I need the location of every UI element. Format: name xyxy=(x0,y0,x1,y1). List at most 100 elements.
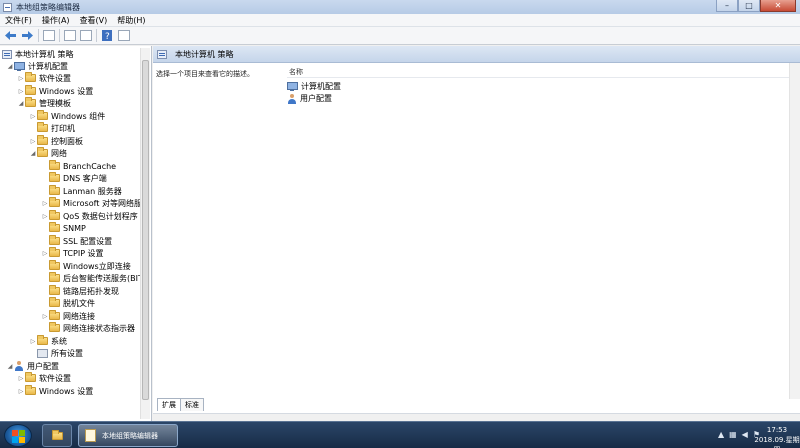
tree-item-printers[interactable]: 打印机 xyxy=(29,122,75,134)
folder-icon xyxy=(25,85,36,95)
expand-arrow-icon[interactable]: ▷ xyxy=(17,75,25,82)
taskbar-clock[interactable]: 17:53 2018.09.星期四 xyxy=(754,425,800,448)
details-pane: 本地计算机 策略 选择一个项目来查看它的描述。 名称 计算机配置 用户配置 扩展… xyxy=(153,46,800,421)
list-item-computer-config[interactable]: 计算机配置 xyxy=(287,81,341,92)
folder-icon xyxy=(49,185,60,195)
tree-item-all-settings[interactable]: 所有设置 xyxy=(29,347,83,359)
tree-item-label: SSL 配置设置 xyxy=(63,236,113,246)
maximize-button[interactable]: □ xyxy=(738,0,760,12)
properties-icon[interactable] xyxy=(64,30,76,41)
export-icon[interactable] xyxy=(80,30,92,41)
collapse-arrow-icon[interactable]: ◢ xyxy=(6,363,14,370)
menu-action[interactable]: 操作(A) xyxy=(37,15,75,26)
tree-item-control-panel[interactable]: ▷ 控制面板 xyxy=(29,135,83,147)
policy-editor-icon xyxy=(85,429,96,442)
tree-item-network-connections[interactable]: ▷ 网络连接 xyxy=(41,310,95,322)
taskbar-app-button[interactable]: 本地组策略编辑器 xyxy=(78,424,178,447)
tree-item-snmp[interactable]: SNMP xyxy=(41,222,86,234)
toolbar-divider xyxy=(38,29,39,42)
tree-item-admin-templates[interactable]: ◢ 管理模板 xyxy=(17,97,71,109)
tree-item-user-windows-settings[interactable]: ▷ Windows 设置 xyxy=(17,385,93,397)
list-item-label: 计算机配置 xyxy=(301,82,341,91)
folder-icon xyxy=(37,135,48,145)
expand-arrow-icon[interactable]: ▷ xyxy=(41,200,49,207)
tree-item-lanman-server[interactable]: Lanman 服务器 xyxy=(41,185,122,197)
column-header-name[interactable]: 名称 xyxy=(289,67,303,77)
tree-scrollbar-thumb[interactable] xyxy=(142,60,149,400)
details-scrollbar[interactable] xyxy=(789,63,800,399)
minimize-button[interactable]: – xyxy=(716,0,738,12)
tree-item-network[interactable]: ◢ 网络 xyxy=(29,147,67,159)
tree-item-windows-connect-now[interactable]: Windows立即连接 xyxy=(41,260,131,272)
expand-arrow-icon[interactable]: ▷ xyxy=(41,250,49,257)
tree-item-label: 网络连接 xyxy=(63,311,95,321)
user-icon xyxy=(287,93,297,104)
collapse-arrow-icon[interactable]: ◢ xyxy=(17,100,25,107)
tree-scrollbar[interactable] xyxy=(140,48,150,419)
tree-item-ssl[interactable]: SSL 配置设置 xyxy=(41,235,112,247)
close-button[interactable]: ✕ xyxy=(760,0,796,12)
expand-arrow-icon[interactable]: ▷ xyxy=(41,213,49,220)
taskbar-explorer-button[interactable] xyxy=(42,424,72,447)
tree-item-qos[interactable]: ▷ QoS 数据包计划程序 xyxy=(41,210,138,222)
folder-icon xyxy=(25,97,36,107)
expand-arrow-icon[interactable]: ▷ xyxy=(17,88,25,95)
clock-time: 17:53 xyxy=(766,426,788,434)
tree-item-user-software-settings[interactable]: ▷ 软件设置 xyxy=(17,372,71,384)
tree-item-tcpip[interactable]: ▷ TCPIP 设置 xyxy=(41,247,104,259)
tree-item-lltd[interactable]: 链路层拓扑发现 xyxy=(41,285,119,297)
show-tree-icon[interactable] xyxy=(43,30,55,41)
tree-item-label: 用户配置 xyxy=(27,361,59,371)
folder-icon xyxy=(49,285,60,295)
folder-icon xyxy=(49,272,60,282)
tree-item-label: TCPIP 设置 xyxy=(63,248,104,258)
tray-expand-icon[interactable]: ▲ xyxy=(718,430,724,439)
expand-arrow-icon[interactable]: ▷ xyxy=(17,375,25,382)
menu-view[interactable]: 查看(V) xyxy=(75,15,113,26)
back-icon[interactable] xyxy=(3,29,17,43)
expand-arrow-icon[interactable]: ▷ xyxy=(41,313,49,320)
tree-root[interactable]: 本地计算机 策略 xyxy=(2,48,74,60)
expand-arrow-icon[interactable]: ▷ xyxy=(29,113,37,120)
computer-icon xyxy=(287,82,298,91)
tree-item-software-settings[interactable]: ▷ 软件设置 xyxy=(17,72,71,84)
tree-item-label: 网络 xyxy=(51,148,67,158)
tree-item-bits[interactable]: 后台智能传送服务(BIT xyxy=(41,272,143,284)
tab-standard[interactable]: 标准 xyxy=(180,398,204,411)
tree-item-label: 控制面板 xyxy=(51,136,83,146)
tree-item-system[interactable]: ▷ 系统 xyxy=(29,335,67,347)
tree-item-label: 所有设置 xyxy=(51,348,83,358)
view-icon[interactable] xyxy=(118,30,130,41)
tree-item-dns-client[interactable]: DNS 客户端 xyxy=(41,172,107,184)
collapse-arrow-icon[interactable]: ◢ xyxy=(6,63,14,70)
expand-arrow-icon[interactable]: ▷ xyxy=(17,388,25,395)
tree-item-user-config[interactable]: ◢ 用户配置 xyxy=(6,360,59,372)
menu-file[interactable]: 文件(F) xyxy=(0,15,37,26)
tree-item-windows-components[interactable]: ▷ Windows 组件 xyxy=(29,110,105,122)
tree-item-label: Windows 设置 xyxy=(39,386,94,396)
tree-pane: 本地计算机 策略 ◢ 计算机配置 ▷ 软件设置 ▷ Windows 设置 ◢ 管… xyxy=(0,46,152,421)
title-bar[interactable]: 本地组策略编辑器 – □ ✕ xyxy=(0,0,800,14)
tree-item-computer-config[interactable]: ◢ 计算机配置 xyxy=(6,60,68,72)
menu-help[interactable]: 帮助(H) xyxy=(112,15,150,26)
expand-arrow-icon[interactable]: ▷ xyxy=(29,338,37,345)
list-item-user-config[interactable]: 用户配置 xyxy=(287,93,332,104)
tab-extended[interactable]: 扩展 xyxy=(157,398,181,411)
start-button[interactable] xyxy=(4,424,32,447)
network-icon[interactable]: ▦ xyxy=(729,430,737,439)
tree-item-label: QoS 数据包计划程序 xyxy=(63,211,138,221)
tree-item-label: 管理模板 xyxy=(39,98,71,108)
volume-icon[interactable]: ◀ xyxy=(742,430,748,439)
expand-arrow-icon[interactable]: ▷ xyxy=(29,138,37,145)
tree-item-windows-settings[interactable]: ▷ Windows 设置 xyxy=(17,85,93,97)
forward-icon[interactable] xyxy=(20,29,34,43)
collapse-arrow-icon[interactable]: ◢ xyxy=(29,150,37,157)
help-icon[interactable]: ? xyxy=(100,29,114,43)
folder-icon xyxy=(37,147,48,157)
list-item-label: 用户配置 xyxy=(300,94,332,103)
window-title: 本地组策略编辑器 xyxy=(16,2,80,12)
tree-item-offline-files[interactable]: 脱机文件 xyxy=(41,297,95,309)
tree-item-branchcache[interactable]: BranchCache xyxy=(41,160,116,172)
tree-item-microsoft-p2p[interactable]: ▷ Microsoft 对等网络服 xyxy=(41,197,142,209)
tree-item-ncsi[interactable]: 网络连接状态指示器 xyxy=(41,322,135,334)
